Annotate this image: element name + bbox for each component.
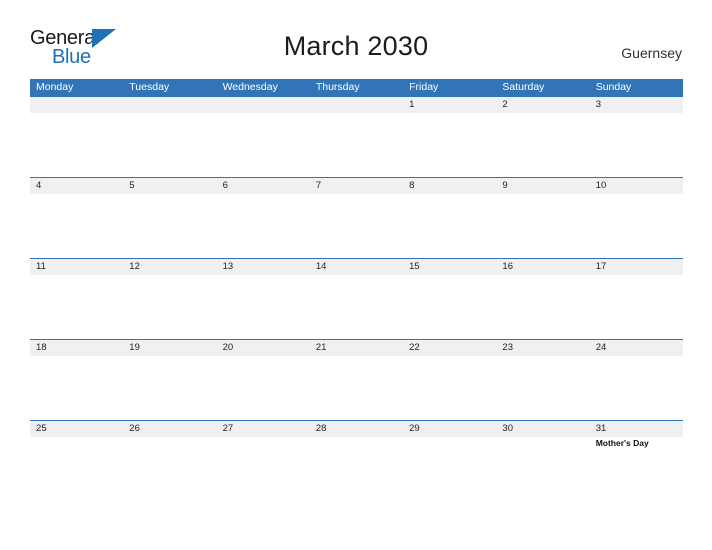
event-cell[interactable] <box>590 194 683 258</box>
day-cell[interactable]: 25 <box>30 421 123 437</box>
day-cell[interactable]: 22 <box>403 340 496 356</box>
event-cell[interactable] <box>123 113 216 177</box>
day-cell[interactable]: 20 <box>217 340 310 356</box>
weekday-header-sunday: Sunday <box>595 81 632 93</box>
weekday-header-tuesday: Tuesday <box>129 81 170 93</box>
day-cell[interactable]: 21 <box>310 340 403 356</box>
day-cell[interactable]: 12 <box>123 259 216 275</box>
event-band: Mother's Day <box>30 437 683 501</box>
event-cell[interactable] <box>310 356 403 420</box>
event-cell[interactable] <box>217 356 310 420</box>
event-cell[interactable] <box>123 275 216 339</box>
day-number-band: 18 19 20 21 22 23 24 <box>30 340 683 356</box>
day-cell[interactable]: 28 <box>310 421 403 437</box>
event-cell[interactable] <box>123 437 216 501</box>
day-cell[interactable]: 14 <box>310 259 403 275</box>
event-band <box>30 356 683 420</box>
day-cell[interactable]: 6 <box>217 178 310 194</box>
event-cell[interactable] <box>403 437 496 501</box>
event-cell[interactable] <box>310 194 403 258</box>
day-number-band: 4 5 6 7 8 9 10 <box>30 178 683 194</box>
week-row: 4 5 6 7 8 9 10 <box>30 177 683 258</box>
event-cell[interactable] <box>403 194 496 258</box>
event-cell[interactable] <box>496 437 589 501</box>
event-cell[interactable] <box>217 113 310 177</box>
day-cell[interactable] <box>310 97 403 113</box>
event-label: Mother's Day <box>595 438 649 448</box>
day-cell[interactable]: 29 <box>403 421 496 437</box>
event-band <box>30 113 683 177</box>
event-cell[interactable] <box>403 356 496 420</box>
event-cell[interactable] <box>30 437 123 501</box>
day-cell[interactable]: 10 <box>590 178 683 194</box>
event-cell[interactable] <box>403 113 496 177</box>
event-cell[interactable] <box>310 437 403 501</box>
day-cell[interactable]: 11 <box>30 259 123 275</box>
event-cell[interactable] <box>590 356 683 420</box>
page-header: General Blue March 2030 Guernsey <box>0 0 712 79</box>
day-cell[interactable]: 19 <box>123 340 216 356</box>
day-cell[interactable]: 18 <box>30 340 123 356</box>
event-cell[interactable] <box>310 275 403 339</box>
event-cell[interactable] <box>30 275 123 339</box>
calendar-page: General Blue March 2030 Guernsey Monday … <box>0 0 712 550</box>
week-row: 11 12 13 14 15 16 17 <box>30 258 683 339</box>
event-cell[interactable] <box>123 194 216 258</box>
day-cell[interactable]: 17 <box>590 259 683 275</box>
day-cell[interactable]: 16 <box>496 259 589 275</box>
day-cell[interactable]: 23 <box>496 340 589 356</box>
day-cell[interactable]: 4 <box>30 178 123 194</box>
day-cell[interactable]: 9 <box>496 178 589 194</box>
event-cell[interactable] <box>30 194 123 258</box>
day-cell[interactable]: 15 <box>403 259 496 275</box>
event-cell[interactable] <box>496 194 589 258</box>
event-band <box>30 194 683 258</box>
week-row: 18 19 20 21 22 23 24 <box>30 339 683 420</box>
day-cell[interactable]: 5 <box>123 178 216 194</box>
event-cell[interactable]: Mother's Day <box>590 437 683 501</box>
day-cell[interactable]: 3 <box>590 97 683 113</box>
day-cell[interactable]: 27 <box>217 421 310 437</box>
event-cell[interactable] <box>310 113 403 177</box>
week-row: 1 2 3 <box>30 96 683 177</box>
day-cell[interactable] <box>30 97 123 113</box>
event-cell[interactable] <box>496 356 589 420</box>
event-cell[interactable] <box>590 113 683 177</box>
day-cell[interactable]: 24 <box>590 340 683 356</box>
weekday-header-saturday: Saturday <box>502 81 545 93</box>
region-label: Guernsey <box>621 45 682 61</box>
event-cell[interactable] <box>496 275 589 339</box>
weekday-header-monday: Monday <box>36 81 74 93</box>
event-cell[interactable] <box>496 113 589 177</box>
day-number-band: 25 26 27 28 29 30 31 <box>30 421 683 437</box>
weekday-header-row: Monday Tuesday Wednesday Thursday Friday… <box>30 79 683 96</box>
day-cell[interactable]: 2 <box>496 97 589 113</box>
day-cell[interactable] <box>123 97 216 113</box>
weekday-header-friday: Friday <box>409 81 439 93</box>
event-cell[interactable] <box>217 194 310 258</box>
weekday-header-wednesday: Wednesday <box>222 81 278 93</box>
event-cell[interactable] <box>403 275 496 339</box>
event-band <box>30 275 683 339</box>
day-cell[interactable] <box>217 97 310 113</box>
event-cell[interactable] <box>217 275 310 339</box>
day-cell[interactable]: 30 <box>496 421 589 437</box>
day-number-band: 11 12 13 14 15 16 17 <box>30 259 683 275</box>
day-cell[interactable]: 8 <box>403 178 496 194</box>
week-row: 25 26 27 28 29 30 31 Mother's Day <box>30 420 683 501</box>
day-cell[interactable]: 26 <box>123 421 216 437</box>
event-cell[interactable] <box>123 356 216 420</box>
event-cell[interactable] <box>30 113 123 177</box>
event-cell[interactable] <box>217 437 310 501</box>
day-cell[interactable]: 13 <box>217 259 310 275</box>
day-cell[interactable]: 31 <box>590 421 683 437</box>
page-title: March 2030 <box>283 31 429 61</box>
calendar-grid: Monday Tuesday Wednesday Thursday Friday… <box>30 79 683 501</box>
day-number-band: 1 2 3 <box>30 97 683 113</box>
event-cell[interactable] <box>590 275 683 339</box>
weekday-header-thursday: Thursday <box>315 81 360 93</box>
day-cell[interactable]: 7 <box>310 178 403 194</box>
day-cell[interactable]: 1 <box>403 97 496 113</box>
event-cell[interactable] <box>30 356 123 420</box>
